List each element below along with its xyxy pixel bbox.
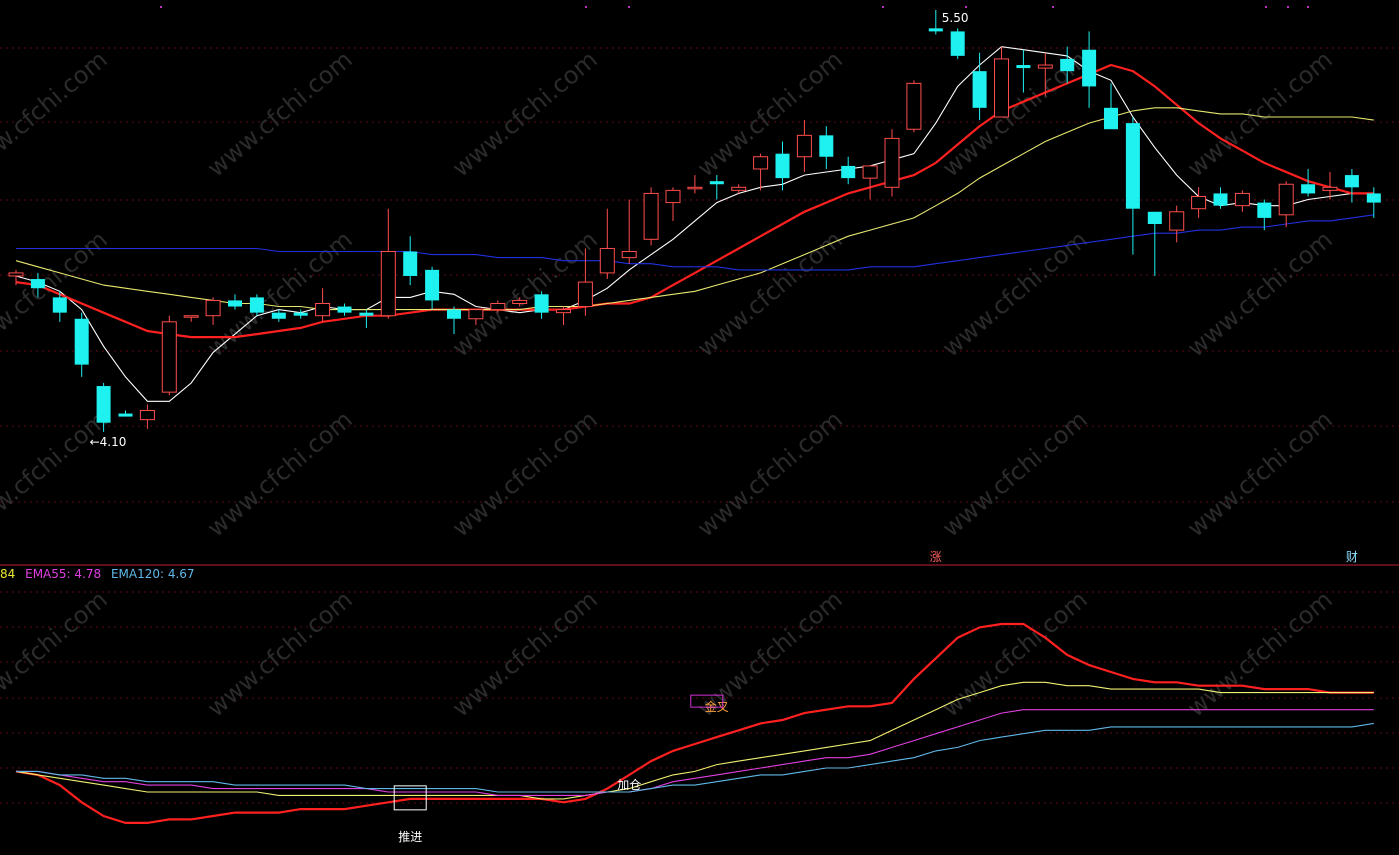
signal-label: 推进 (398, 830, 422, 844)
candle-body (599, 247, 615, 274)
top-tick-dot (882, 6, 884, 8)
candle-body (1213, 193, 1228, 206)
candle-body (183, 315, 199, 318)
candle-body (1366, 193, 1381, 203)
candle-body (534, 294, 549, 313)
candle-body (1104, 107, 1118, 130)
candle-up (643, 187, 659, 246)
candle-body (796, 134, 812, 158)
candle-body (621, 251, 637, 259)
candle-body (337, 306, 352, 313)
top-tick-dot (1265, 6, 1267, 8)
candle-body (1125, 123, 1140, 209)
candle-body (271, 312, 286, 319)
candle-body (1278, 183, 1294, 216)
candle-body (403, 251, 418, 276)
candle-body (425, 269, 440, 301)
candle-body (1191, 195, 1207, 210)
candle-body (293, 312, 308, 316)
candle-body (731, 186, 747, 191)
candle-body (52, 297, 67, 313)
candle-up (906, 80, 922, 133)
candle-body (380, 251, 396, 317)
candle-body (1082, 49, 1097, 87)
candle-body (512, 299, 528, 304)
candle-body (1169, 211, 1185, 231)
candle-body (556, 309, 571, 314)
candle-body (994, 58, 1009, 118)
candle-body (161, 321, 177, 393)
candle-body (753, 156, 769, 170)
candle-body (643, 192, 659, 240)
candle-body (841, 165, 856, 179)
candle-body (665, 189, 681, 204)
stock-chart: www.cfchi.com www.cfchi.com www.cfchi.com w… (0, 0, 1399, 855)
event-tag: 涨 (930, 549, 942, 564)
candle-body (950, 31, 965, 56)
candle-body (205, 299, 221, 317)
candle-body (884, 137, 900, 188)
legend-ema120: EMA120: 4.67 (111, 567, 195, 581)
legend-ema-yellow: 84 (0, 567, 15, 581)
candle-body (1344, 175, 1359, 188)
candle-body (139, 409, 155, 421)
candle-body (118, 413, 133, 417)
candle-body (359, 312, 374, 316)
top-tick-dot (160, 6, 162, 8)
candle-body (8, 272, 24, 277)
indicator-legend: 84 EMA55: 4.78 EMA120: 4.67 (0, 567, 195, 581)
signal-label: 加仓 (617, 778, 641, 792)
candle-body (1037, 64, 1053, 69)
candle-body (1234, 192, 1250, 207)
candle-body (490, 302, 506, 311)
candle-body (1147, 211, 1162, 224)
top-tick-dot (585, 6, 587, 8)
candle-body (447, 309, 461, 319)
candle-up (161, 315, 177, 396)
candle-body (315, 302, 331, 317)
candle-body (928, 28, 943, 32)
top-tick-dot (628, 6, 630, 8)
top-tick-dot (1287, 6, 1289, 8)
candle-body (1322, 186, 1338, 191)
price-high-label: 5.50 (942, 11, 969, 25)
candle-body (862, 165, 878, 179)
candle-body (74, 318, 89, 365)
candle-body (1060, 58, 1075, 72)
candle-body (775, 153, 790, 179)
candle-down (249, 294, 264, 316)
candle-body (228, 300, 242, 307)
candle-body (1016, 65, 1031, 69)
top-tick-dot (1307, 6, 1309, 8)
candle-body (96, 386, 111, 423)
candle-body (30, 279, 45, 289)
candle-body (468, 309, 484, 320)
candle-body (972, 71, 987, 108)
candle-up (884, 129, 900, 197)
candle-body (819, 135, 834, 157)
candle-body (906, 82, 922, 130)
candle-body (687, 186, 703, 190)
candle-down (950, 28, 965, 59)
candle-body (1257, 202, 1272, 218)
price-low-label: ←4.10 (90, 435, 127, 449)
top-tick-dot (1052, 6, 1054, 8)
candle-body (249, 297, 264, 313)
candle-body (1301, 184, 1316, 194)
top-tick-dot (965, 6, 967, 8)
candle-body (577, 281, 593, 308)
legend-ema55: EMA55: 4.78 (25, 567, 101, 581)
candle-body (709, 181, 724, 185)
event-tag: 财 (1346, 550, 1358, 564)
